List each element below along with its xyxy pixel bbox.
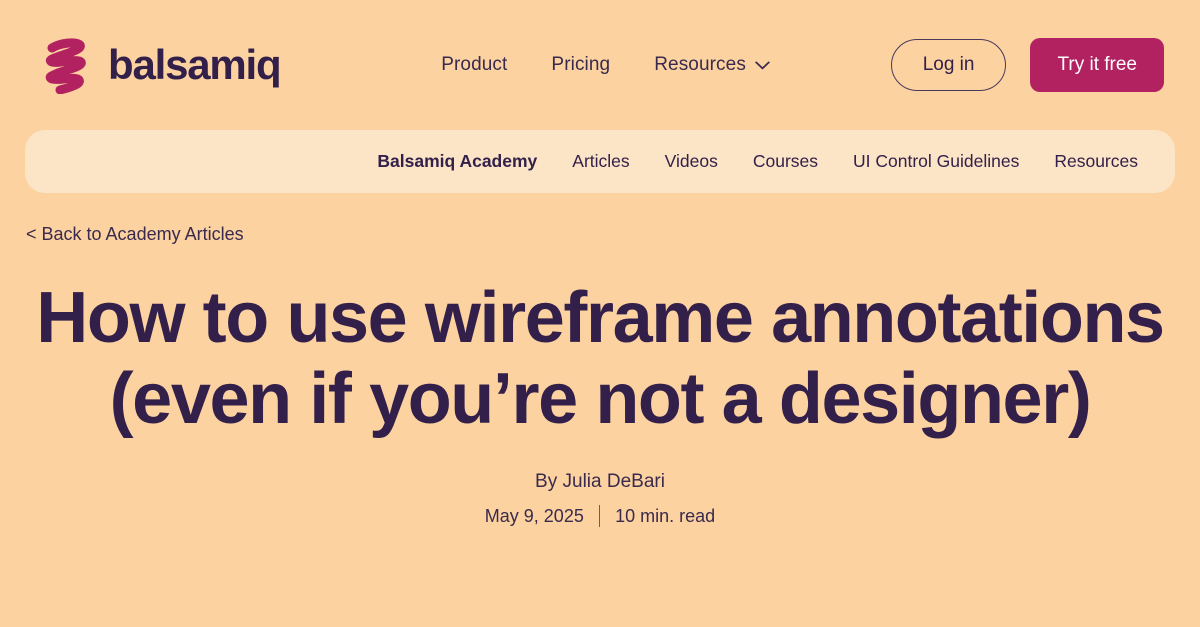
meta-divider	[598, 505, 601, 528]
header-actions: Log in Try it free	[890, 38, 1164, 92]
subnav-wrapper: Balsamiq Academy Articles Videos Courses…	[0, 130, 1200, 193]
article-byline: By Julia DeBari	[535, 471, 665, 493]
article-read-time: 10 min. read	[615, 505, 716, 526]
subnav-item-resources[interactable]: Resources	[1054, 151, 1138, 172]
main-nav: Product Pricing Resources	[320, 54, 890, 76]
subnav-item-courses[interactable]: Courses	[753, 151, 818, 172]
nav-item-pricing[interactable]: Pricing	[551, 54, 610, 76]
subnav-item-videos[interactable]: Videos	[665, 151, 718, 172]
nav-item-label: Product	[441, 54, 508, 75]
article-hero: How to use wireframe annotations (even i…	[0, 278, 1200, 528]
nav-item-resources[interactable]: Resources	[654, 54, 770, 76]
article-meta: May 9, 2025 10 min. read	[22, 505, 1178, 528]
site-header: balsamiq Product Pricing Resources Log i…	[0, 0, 1200, 130]
back-to-academy-articles-link[interactable]: < Back to Academy Articles	[26, 224, 244, 245]
page-title: How to use wireframe annotations (even i…	[36, 278, 1165, 439]
academy-subnav: Balsamiq Academy Articles Videos Courses…	[25, 130, 1175, 193]
brand-name: balsamiq	[108, 41, 282, 88]
brand-logo[interactable]: balsamiq	[38, 36, 282, 94]
subnav-item-ui-control-guidelines[interactable]: UI Control Guidelines	[853, 151, 1019, 172]
nav-item-label: Resources	[654, 54, 746, 75]
try-it-free-button[interactable]: Try it free	[1030, 38, 1164, 92]
article-date: May 9, 2025	[484, 505, 584, 526]
subnav-item-articles[interactable]: Articles	[572, 151, 629, 172]
balsamiq-scribble-mark-icon	[38, 36, 94, 94]
nav-item-product[interactable]: Product	[441, 54, 507, 76]
page-root: balsamiq Product Pricing Resources Log i…	[0, 0, 1200, 627]
chevron-down-icon	[755, 61, 770, 70]
login-button[interactable]: Log in	[890, 39, 1007, 91]
nav-item-label: Pricing	[551, 54, 611, 75]
subnav-item-balsamiq-academy[interactable]: Balsamiq Academy	[377, 151, 537, 172]
